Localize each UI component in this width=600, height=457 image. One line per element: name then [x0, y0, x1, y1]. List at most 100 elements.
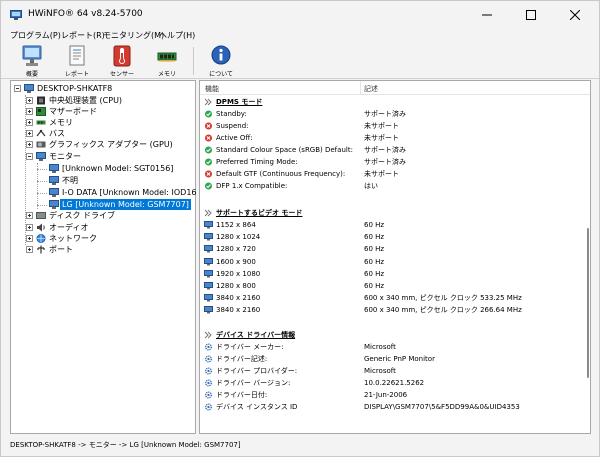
- menu-help[interactable]: ヘルプ(H): [159, 30, 195, 41]
- row-value: 600 x 340 mm, ピクセル クロック 266.64 MHz: [364, 306, 522, 314]
- monitor-icon: [49, 164, 59, 173]
- collapse-toggle[interactable]: [26, 153, 33, 160]
- section-driver[interactable]: デバイス ドライバー情報: [200, 329, 580, 341]
- expand-toggle[interactable]: [26, 119, 33, 126]
- row-feature: Standard Colour Space (sRGB) Default:: [216, 146, 353, 154]
- expand-toggle[interactable]: [26, 224, 33, 231]
- detail-row[interactable]: DFP 1.x Compatible: はい: [200, 180, 580, 192]
- detail-row[interactable]: 1280 x 720 60 Hz: [200, 243, 580, 255]
- expand-toggle[interactable]: [26, 141, 33, 148]
- report-icon: [69, 45, 85, 66]
- detail-row[interactable]: ドライバー プロバイダー: Microsoft: [200, 365, 580, 377]
- detail-row[interactable]: Preferred Timing Mode: サポート済み: [200, 156, 580, 168]
- detail-row[interactable]: Default GTF (Continuous Frequency): 未サポート: [200, 168, 580, 180]
- check-icon: [204, 110, 213, 118]
- tree-item-monitor-iodata[interactable]: I-O DATA [Unknown Model: IOD160B]: [11, 187, 210, 198]
- expand-toggle[interactable]: [26, 108, 33, 115]
- detail-row[interactable]: Suspend: 未サポート: [200, 120, 580, 132]
- detail-row[interactable]: 1280 x 1024 60 Hz: [200, 231, 580, 243]
- tree-item-gpu[interactable]: グラフィックス アダプター (GPU): [11, 139, 191, 150]
- detail-row[interactable]: Standby: サポート済み: [200, 108, 580, 120]
- toolbar-separator: [193, 47, 194, 75]
- tree-item-monitor[interactable]: モニター: [11, 151, 191, 162]
- monitor-icon: [204, 233, 213, 241]
- column-description[interactable]: 記述: [364, 84, 378, 94]
- row-feature: ドライバー日付:: [216, 391, 268, 399]
- detail-row[interactable]: Active Off: 未サポート: [200, 132, 580, 144]
- expand-toggle[interactable]: [26, 235, 33, 242]
- section-arrow-icon: [204, 209, 212, 217]
- collapse-toggle[interactable]: [14, 85, 21, 92]
- row-feature: DFP 1.x Compatible:: [216, 182, 288, 190]
- tree-item-port[interactable]: ポート: [11, 244, 191, 255]
- status-bar: DESKTOP-SHKATF8 -> モニター -> LG [Unknown M…: [1, 436, 599, 456]
- gear-icon: [204, 403, 213, 411]
- cross-icon: [204, 170, 213, 178]
- detail-row[interactable]: 1280 x 800 60 Hz: [200, 280, 580, 292]
- tree-item-audio[interactable]: オーディオ: [11, 222, 191, 233]
- tree-item-root[interactable]: DESKTOP-SHKATF8: [11, 83, 191, 94]
- section-dpms[interactable]: DPMS モード: [200, 96, 580, 108]
- section-title: サポートするビデオ モード: [216, 209, 303, 217]
- section-video[interactable]: サポートするビデオ モード: [200, 207, 580, 219]
- detail-row[interactable]: 1920 x 1080 60 Hz: [200, 268, 580, 280]
- memory-button[interactable]: メモリ: [145, 45, 189, 78]
- tree-item-monitor-lg[interactable]: LG [Unknown Model: GSM7707]: [11, 198, 192, 211]
- detail-row[interactable]: ドライバー バージョン: 10.0.22621.5262: [200, 377, 580, 389]
- disk-drive-icon: [36, 212, 46, 219]
- maximize-button[interactable]: [509, 1, 553, 29]
- tree-item-monitor-unknown[interactable]: 不明: [11, 175, 191, 186]
- tree-item-cpu[interactable]: 中央処理装置 (CPU): [11, 95, 191, 106]
- sensor-button[interactable]: センサー: [100, 45, 144, 78]
- row-value: 60 Hz: [364, 245, 385, 253]
- minimize-button[interactable]: [465, 1, 509, 29]
- maximize-icon: [526, 10, 536, 20]
- tree-item-memory[interactable]: メモリ: [11, 117, 191, 128]
- minimize-icon: [482, 14, 492, 16]
- close-button[interactable]: [553, 1, 597, 29]
- detail-row[interactable]: Standard Colour Space (sRGB) Default: サポー…: [200, 144, 580, 156]
- detail-row[interactable]: 3840 x 2160 600 x 340 mm, ピクセル クロック 266.6…: [200, 304, 580, 316]
- column-header: 機能 記述: [200, 81, 590, 95]
- tree-item-monitor-sgt0156[interactable]: [Unknown Model: SGT0156]: [11, 163, 191, 174]
- menu-monitoring[interactable]: モニタリング(M): [103, 30, 164, 41]
- motherboard-icon: [36, 107, 46, 116]
- row-value: 21-Jun-2006: [364, 391, 408, 399]
- summary-button[interactable]: 概要: [10, 45, 54, 78]
- check-icon: [204, 146, 213, 154]
- detail-row[interactable]: 3840 x 2160 600 x 340 mm, ピクセル クロック 533.2…: [200, 292, 580, 304]
- device-tree[interactable]: DESKTOP-SHKATF8 中央処理装置 (CPU) マザーボード メモリ …: [10, 80, 210, 434]
- detail-row[interactable]: 1152 x 864 60 Hz: [200, 219, 580, 231]
- row-value: サポート済み: [364, 158, 406, 166]
- expand-toggle[interactable]: [26, 246, 33, 253]
- row-feature: 1280 x 800: [216, 282, 256, 290]
- expand-toggle[interactable]: [26, 212, 33, 219]
- menu-report[interactable]: レポート(R): [61, 30, 105, 41]
- row-value: はい: [364, 182, 378, 190]
- detail-pane[interactable]: 機能 記述 DPMS モード Standby: サポート済み Suspend: 未サポー…: [199, 80, 591, 434]
- monitor-icon: [204, 245, 213, 253]
- cross-icon: [204, 134, 213, 142]
- expand-toggle[interactable]: [26, 97, 33, 104]
- tree-item-motherboard[interactable]: マザーボード: [11, 106, 191, 117]
- column-feature[interactable]: 機能: [205, 84, 219, 94]
- tree-item-network[interactable]: ネットワーク: [11, 233, 191, 244]
- window-title: HWiNFO® 64 v8.24-5700: [28, 9, 143, 19]
- tree-item-disk[interactable]: ディスク ドライブ: [11, 210, 191, 221]
- about-button[interactable]: について: [199, 45, 243, 78]
- detail-row[interactable]: ドライバー記述: Generic PnP Monitor: [200, 353, 580, 365]
- tree-item-bus[interactable]: バス: [11, 128, 191, 139]
- detail-row[interactable]: ドライバー日付: 21-Jun-2006: [200, 389, 580, 401]
- detail-row[interactable]: 1600 x 900 60 Hz: [200, 256, 580, 268]
- menu-program[interactable]: プログラム(P): [10, 30, 61, 41]
- report-button[interactable]: レポート: [55, 45, 99, 78]
- detail-row[interactable]: ドライバー メーカー: Microsoft: [200, 341, 580, 353]
- detail-row[interactable]: デバイス インスタンス ID DISPLAY\GSM7707\5&F5DD99A&…: [200, 401, 580, 413]
- title-bar[interactable]: HWiNFO® 64 v8.24-5700: [1, 1, 599, 29]
- row-feature: Suspend:: [216, 122, 249, 130]
- computer-icon: [22, 45, 42, 66]
- row-feature: 1280 x 720: [216, 245, 256, 253]
- column-divider[interactable]: [360, 81, 361, 95]
- vertical-scrollbar[interactable]: [587, 228, 589, 378]
- expand-toggle[interactable]: [26, 130, 33, 137]
